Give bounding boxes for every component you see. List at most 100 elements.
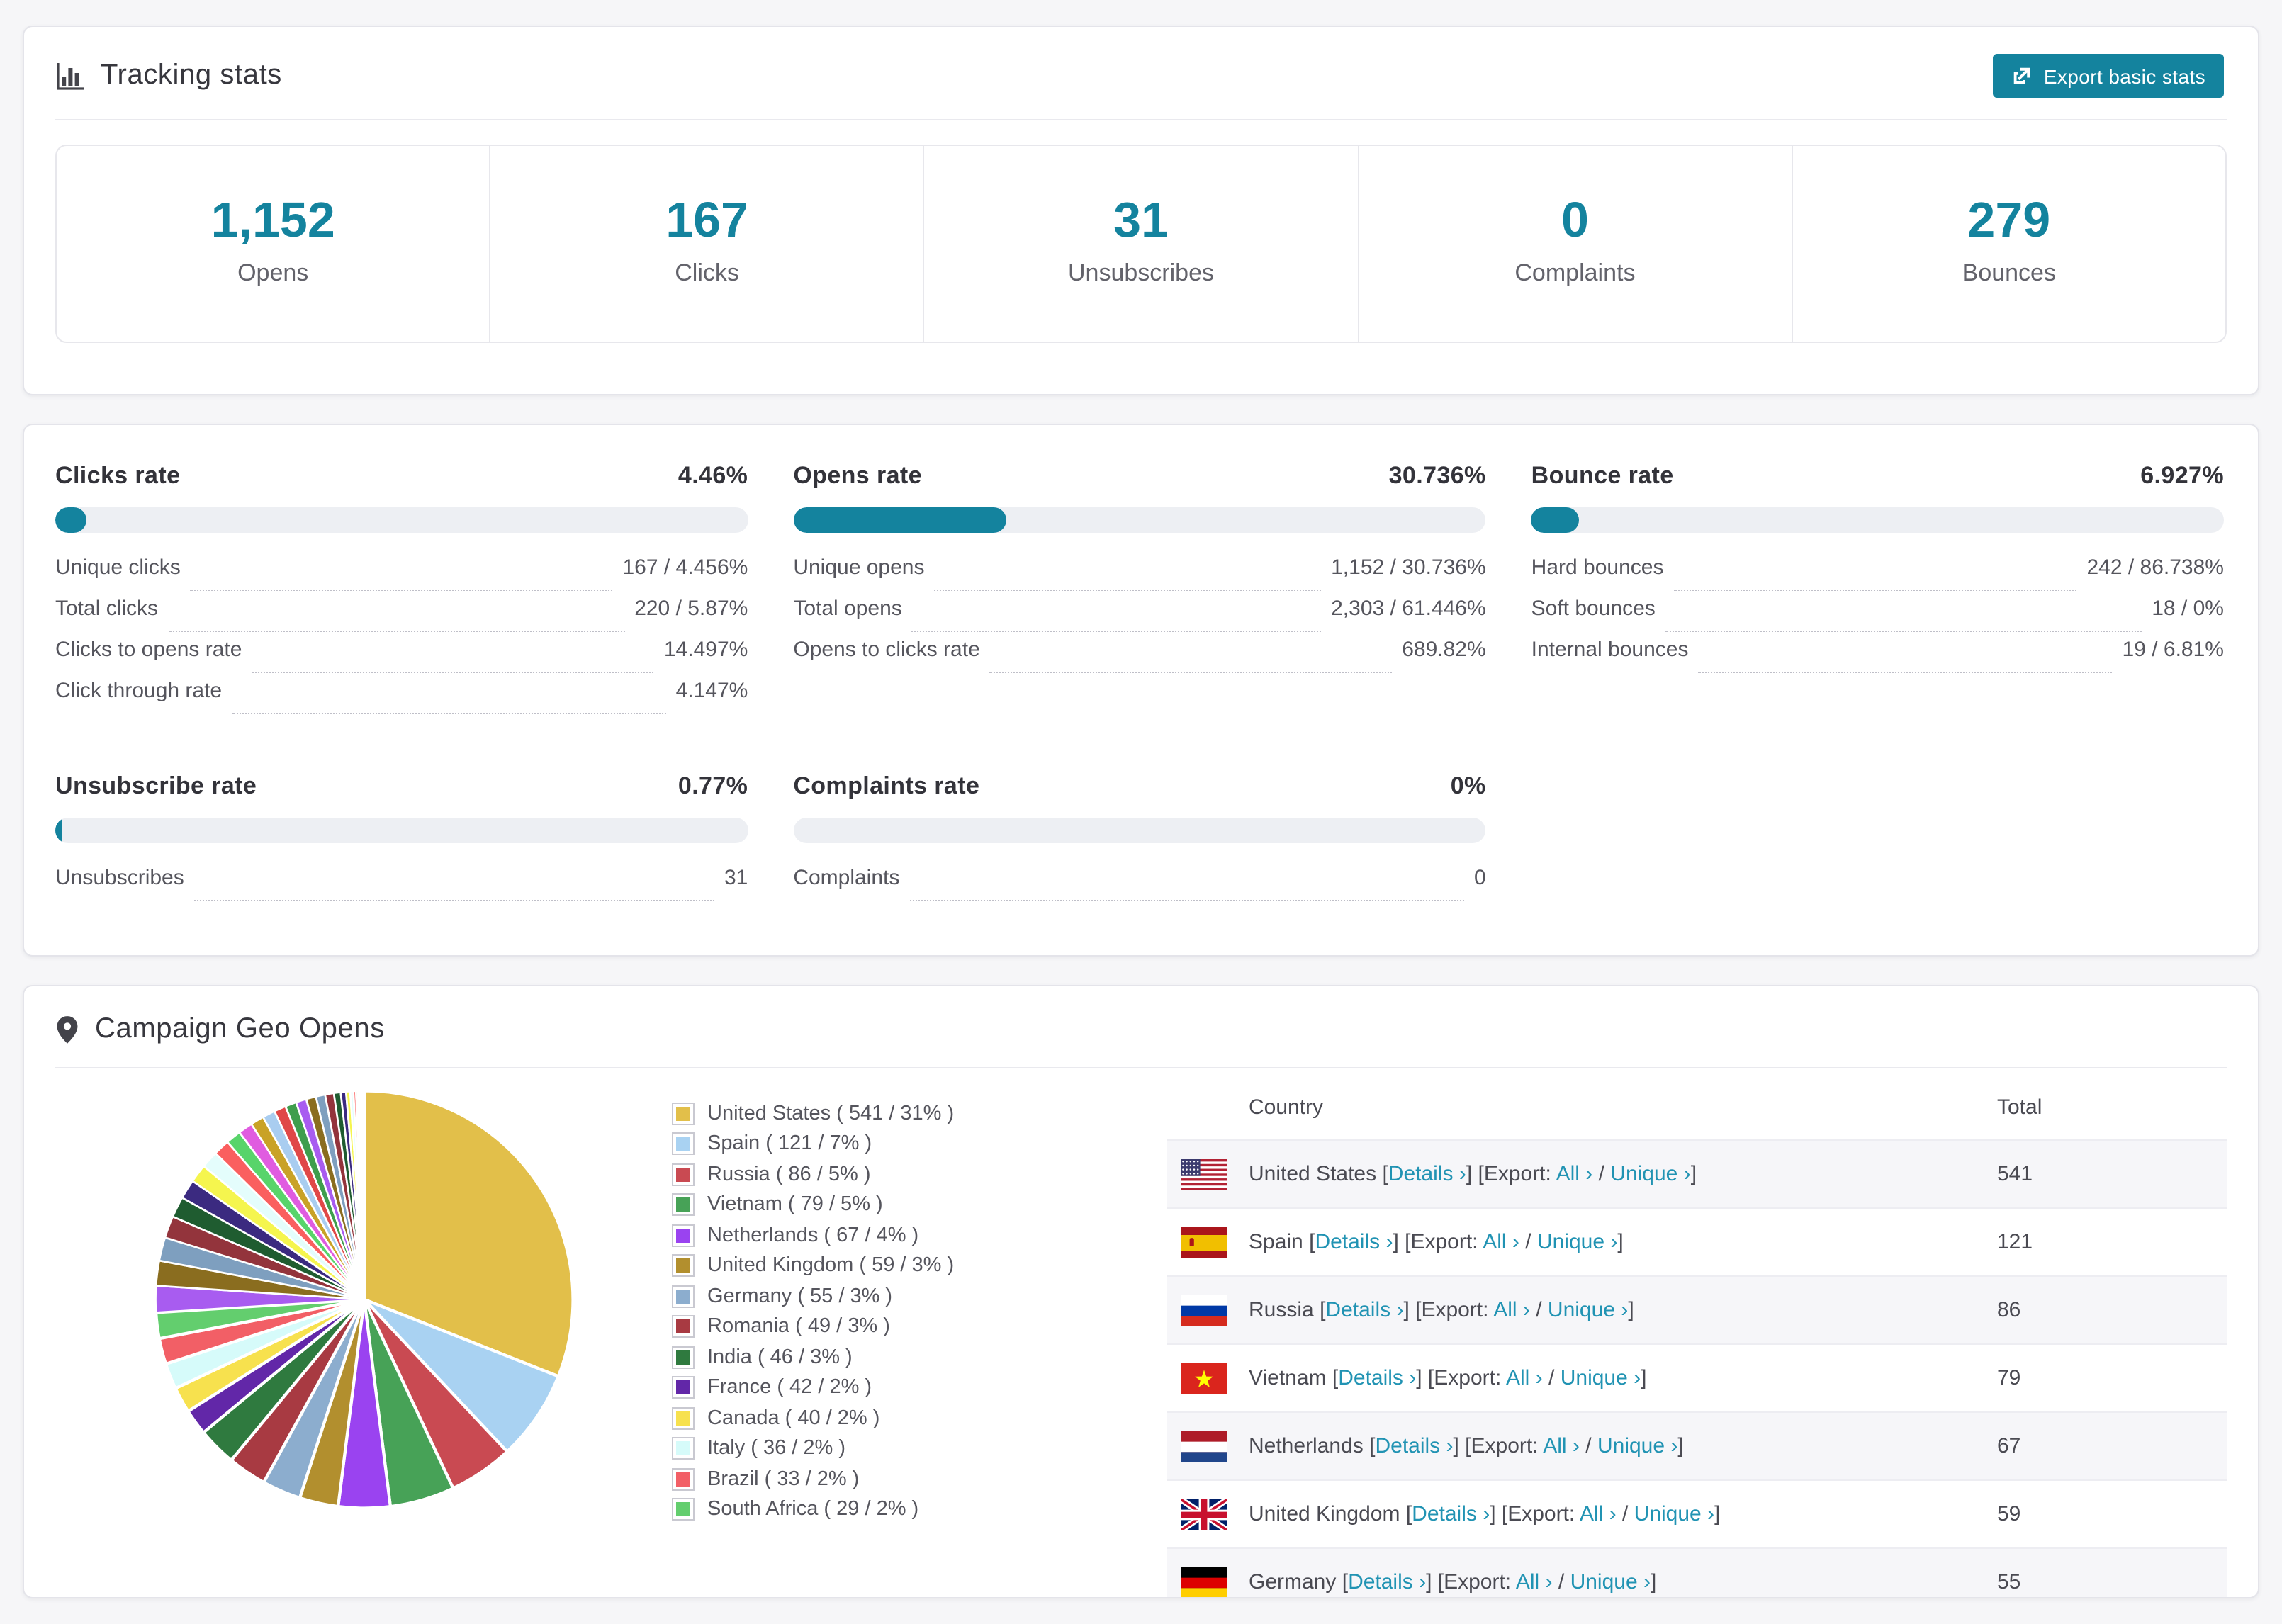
flag-us-icon <box>1181 1158 1227 1190</box>
export-unique-link[interactable]: Unique › <box>1610 1162 1690 1186</box>
export-all-link[interactable]: All › <box>1580 1502 1617 1526</box>
progress-bar-fill <box>55 507 86 533</box>
rate-value: 4.46% <box>678 462 748 489</box>
details-link[interactable]: Details › <box>1388 1162 1466 1186</box>
flag-vn-icon <box>1181 1363 1227 1394</box>
progress-bar <box>793 507 1486 533</box>
summary-opens: 1,152 Opens <box>57 146 489 342</box>
export-icon <box>2011 65 2033 86</box>
export-all-link[interactable]: All › <box>1516 1570 1553 1594</box>
export-unique-link[interactable]: Unique › <box>1561 1366 1641 1390</box>
legend-swatch <box>672 1346 695 1369</box>
stat-row-unique-clicks: Unique clicks 167 / 4.456% <box>55 556 748 597</box>
rates-grid: Clicks rate 4.46% Unique clicks 167 / 4.… <box>55 462 2224 907</box>
geo-table: Country Total United States [Details ›] … <box>1167 1076 2227 1597</box>
total-cell: 121 <box>1997 1230 2033 1254</box>
progress-bar <box>1531 507 2224 533</box>
rate-value: 30.736% <box>1388 462 1486 489</box>
geo-row-netherlands: Netherlands [Details ›] [Export: All › /… <box>1167 1411 2227 1479</box>
legend-item-france: France ( 42 / 2% ) <box>672 1372 1167 1403</box>
legend-swatch <box>672 1376 695 1399</box>
geo-table-header: Country Total <box>1167 1076 2227 1139</box>
geo-legend: United States ( 541 / 31% ) Spain ( 121 … <box>672 1098 1167 1525</box>
export-all-link[interactable]: All › <box>1543 1434 1580 1458</box>
total-cell: 86 <box>1997 1298 2021 1322</box>
summary-clicks: 167 Clicks <box>489 146 923 342</box>
dotted-leader <box>232 713 666 714</box>
legend-swatch <box>672 1467 695 1491</box>
stat-row-click-through-rate: Click through rate 4.147% <box>55 679 748 720</box>
details-link[interactable]: Details › <box>1325 1298 1403 1322</box>
legend-label: India ( 46 / 3% ) <box>707 1346 853 1369</box>
legend-item-vietnam: Vietnam ( 79 / 5% ) <box>672 1190 1167 1220</box>
country-cell: Spain [Details ›] [Export: All › / Uniqu… <box>1249 1230 1624 1254</box>
export-unique-link[interactable]: Unique › <box>1548 1298 1628 1322</box>
legend-label: France ( 42 / 2% ) <box>707 1376 872 1399</box>
progress-bar <box>55 507 748 533</box>
progress-bar-fill <box>55 818 62 843</box>
rate-panel-complaints-rate: Complaints rate 0% Complaints 0 <box>793 772 1486 907</box>
geo-row-germany: Germany [Details ›] [Export: All › / Uni… <box>1167 1547 2227 1597</box>
summary-complaints: 0 Complaints <box>1357 146 1791 342</box>
details-link[interactable]: Details › <box>1315 1230 1393 1254</box>
stat-row-opens-to-clicks-rate: Opens to clicks rate 689.82% <box>793 638 1486 679</box>
legend-swatch <box>672 1285 695 1308</box>
column-header-total: Total <box>1997 1095 2042 1120</box>
stat-row-unique-opens: Unique opens 1,152 / 30.736% <box>793 556 1486 597</box>
progress-bar <box>55 818 748 843</box>
country-cell: Russia [Details ›] [Export: All › / Uniq… <box>1249 1298 1634 1322</box>
dotted-leader <box>1665 631 2142 632</box>
export-unique-link[interactable]: Unique › <box>1597 1434 1677 1458</box>
summary-value: 0 <box>1561 193 1589 248</box>
export-all-link[interactable]: All › <box>1506 1366 1543 1390</box>
rate-panel-clicks-rate: Clicks rate 4.46% Unique clicks 167 / 4.… <box>55 462 748 720</box>
legend-swatch <box>672 1163 695 1186</box>
dotted-leader <box>190 590 613 591</box>
summary-value: 1,152 <box>210 193 335 248</box>
stat-row-unsubscribes: Unsubscribes 31 <box>55 866 748 907</box>
legend-item-germany: Germany ( 55 / 3% ) <box>672 1281 1167 1312</box>
export-unique-link[interactable]: Unique › <box>1570 1570 1651 1594</box>
dotted-leader <box>252 672 654 673</box>
summary-value: 279 <box>1967 193 2051 248</box>
campaign-geo-opens-card: Campaign Geo Opens United States ( 541 /… <box>23 985 2259 1598</box>
geo-header: Campaign Geo Opens <box>24 986 2258 1067</box>
export-unique-link[interactable]: Unique › <box>1634 1502 1714 1526</box>
export-unique-link[interactable]: Unique › <box>1537 1230 1617 1254</box>
export-basic-stats-button[interactable]: Export basic stats <box>1992 54 2224 98</box>
summary-label: Unsubscribes <box>1068 259 1214 286</box>
legend-swatch <box>672 1102 695 1125</box>
dotted-leader <box>168 631 625 632</box>
geo-row-vietnam: Vietnam [Details ›] [Export: All › / Uni… <box>1167 1343 2227 1411</box>
stat-row-complaints: Complaints 0 <box>793 866 1486 907</box>
legend-item-netherlands: Netherlands ( 67 / 4% ) <box>672 1220 1167 1251</box>
legend-swatch <box>672 1406 695 1430</box>
legend-label: United Kingdom ( 59 / 3% ) <box>707 1254 955 1278</box>
summary-value: 31 <box>1113 193 1169 248</box>
details-link[interactable]: Details › <box>1412 1502 1490 1526</box>
legend-swatch <box>672 1437 695 1460</box>
dotted-leader <box>1698 672 2113 673</box>
export-all-link[interactable]: All › <box>1483 1230 1519 1254</box>
stat-row-internal-bounces: Internal bounces 19 / 6.81% <box>1531 638 2224 679</box>
dotted-leader <box>934 590 1322 591</box>
details-link[interactable]: Details › <box>1348 1570 1426 1594</box>
dotted-leader <box>1673 590 2077 591</box>
legend-label: Italy ( 36 / 2% ) <box>707 1437 846 1460</box>
summary-label: Opens <box>237 259 309 286</box>
export-all-link[interactable]: All › <box>1556 1162 1593 1186</box>
rate-value: 6.927% <box>2140 462 2224 489</box>
stat-row-clicks-to-opens-rate: Clicks to opens rate 14.497% <box>55 638 748 679</box>
flag-gb-icon <box>1181 1499 1227 1530</box>
country-cell: Germany [Details ›] [Export: All › / Uni… <box>1249 1570 1657 1594</box>
dotted-leader <box>989 672 1393 673</box>
summary-bounces: 279 Bounces <box>1791 146 2225 342</box>
details-link[interactable]: Details › <box>1338 1366 1416 1390</box>
export-all-link[interactable]: All › <box>1493 1298 1530 1322</box>
details-link[interactable]: Details › <box>1375 1434 1453 1458</box>
stat-row-soft-bounces: Soft bounces 18 / 0% <box>1531 597 2224 638</box>
geo-pie-chart <box>55 1068 673 1519</box>
flag-de-icon <box>1181 1567 1227 1597</box>
rate-panel-opens-rate: Opens rate 30.736% Unique opens 1,152 / … <box>793 462 1486 720</box>
dotted-leader <box>193 900 714 901</box>
